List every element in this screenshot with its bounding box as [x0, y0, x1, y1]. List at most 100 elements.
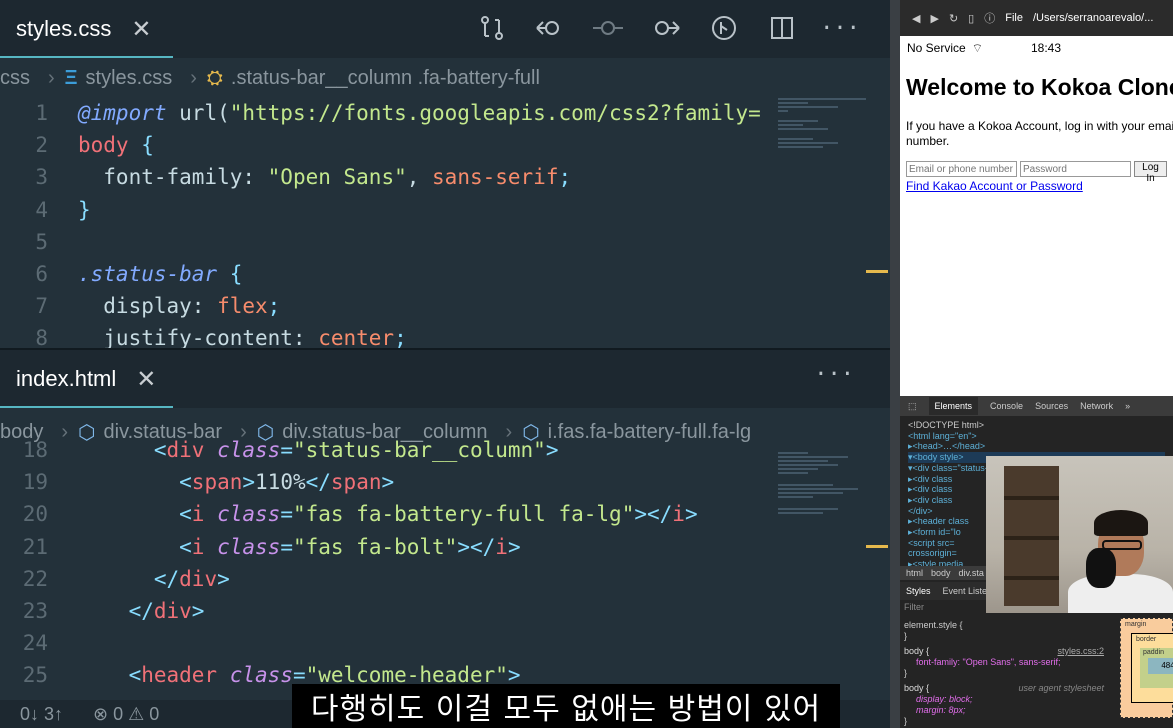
password-field[interactable]	[1020, 161, 1131, 177]
breadcrumb-item[interactable]: styles.css	[86, 67, 173, 90]
dom-node[interactable]: <!DOCTYPE html>	[908, 420, 1165, 431]
rule-source: user agent stylesheet	[1018, 683, 1104, 693]
code-token: class	[204, 534, 281, 559]
code-token: {	[217, 261, 243, 286]
sync-status[interactable]: 0↓ 3↑	[20, 704, 63, 725]
code-line[interactable]: 24	[0, 627, 780, 659]
line-text: .status-bar {	[48, 258, 242, 290]
code-line[interactable]: 20 <i class="fas fa-battery-full fa-lg">…	[0, 498, 780, 530]
more-actions-icon[interactable]: ···	[814, 362, 854, 387]
code-line[interactable]: 4}	[0, 194, 780, 226]
html-minimap[interactable]	[778, 450, 868, 516]
line-number: 4	[35, 197, 48, 222]
line-number: 5	[35, 229, 48, 254]
tab-styles-css[interactable]: styles.css ✕	[0, 0, 151, 58]
code-token: ;	[558, 165, 572, 190]
split-editor-icon[interactable]	[762, 10, 802, 46]
devtools-tabs: ⬚ Elements Console Sources Network »	[900, 396, 1173, 416]
code-token: >	[684, 502, 698, 527]
editor-actions: ···	[472, 10, 860, 46]
forward-icon[interactable]: ▶	[930, 12, 938, 25]
more-actions-icon[interactable]: ···	[820, 10, 860, 46]
code-line[interactable]: 1 @import url("https://fonts.googleapis.c…	[0, 97, 780, 129]
breadcrumb-item[interactable]: css	[0, 67, 30, 90]
wifi-icon: ⌔	[971, 40, 983, 55]
crumb-item[interactable]: body	[931, 568, 951, 578]
git-graph-icon[interactable]	[704, 10, 744, 46]
tab-styles[interactable]: Styles	[906, 586, 931, 596]
styles-filter[interactable]: Filter	[904, 602, 924, 612]
find-account-link[interactable]: Find Kakao Account or Password	[900, 177, 1173, 195]
time-text: 18:43	[1030, 41, 1061, 55]
code-line[interactable]: 19 <span>110%</span>	[0, 466, 780, 498]
code-line[interactable]: 3 font-family: "Open Sans", sans-serif;	[0, 161, 780, 193]
presenter-hair	[1094, 510, 1148, 536]
code-line[interactable]: 5	[0, 226, 780, 258]
code-token: {	[128, 133, 154, 158]
more-tabs-icon[interactable]: »	[1125, 401, 1130, 411]
style-rules: element.style { } body {styles.css:2 fon…	[904, 620, 1104, 726]
inspect-icon[interactable]: ⬚	[908, 401, 917, 412]
scroll-marker	[866, 545, 888, 548]
selector-icon: ⛭	[206, 66, 223, 89]
line-text: <span>110%</span>	[48, 466, 394, 498]
previous-change-icon[interactable]	[530, 10, 570, 46]
code-line[interactable]: 22 </div>	[0, 563, 780, 595]
tab-index-html[interactable]: index.html ✕	[0, 350, 156, 408]
code-token: =	[280, 534, 293, 559]
scroll-marker	[866, 270, 888, 273]
back-icon[interactable]: ◀	[912, 12, 920, 25]
tab-sources[interactable]: Sources	[1035, 401, 1068, 411]
file-label: File	[1005, 12, 1023, 24]
next-change-icon[interactable]	[646, 10, 686, 46]
dom-node[interactable]: <html lang="en">	[908, 431, 1165, 442]
tab-network[interactable]: Network	[1080, 401, 1113, 411]
code-token: font-family:	[78, 165, 268, 190]
code-token: ;	[394, 326, 407, 351]
code-line[interactable]: 7 display: flex;	[0, 290, 780, 322]
css-minimap[interactable]	[778, 96, 868, 150]
rule-selector: body {	[904, 646, 930, 656]
crumb-item[interactable]: html	[906, 568, 923, 578]
breadcrumb-item[interactable]: .status-bar__column .fa-battery-full	[231, 67, 540, 90]
rule-selector: body {	[904, 683, 930, 693]
code-line[interactable]: 21 <i class="fas fa-bolt"></i>	[0, 531, 780, 563]
crumb-item[interactable]: div.sta	[959, 568, 984, 578]
code-token: "Open Sans"	[267, 165, 407, 190]
code-token: <	[78, 470, 192, 495]
code-line[interactable]: 18 <div class="status-bar__column">	[0, 434, 780, 466]
close-icon[interactable]: ✕	[131, 15, 151, 44]
css-code-area[interactable]: 1 @import url("https://fonts.googleapis.c…	[0, 97, 780, 355]
address-bar: ◀ ▶ ↻ ▯ ⓘ File /Users/serranoarevalo/...	[900, 0, 1173, 36]
bookmark-icon[interactable]: ▯	[968, 12, 974, 25]
css-file-icon: Ξ	[64, 66, 78, 89]
line-text: body {	[48, 129, 154, 161]
code-token: </	[305, 470, 331, 495]
commit-icon[interactable]	[588, 10, 628, 46]
reload-icon[interactable]: ↻	[949, 12, 958, 25]
code-line[interactable]: 23 </div>	[0, 595, 780, 627]
code-line[interactable]: 2 body {	[0, 129, 780, 161]
code-token: "fas fa-bolt"	[292, 534, 458, 559]
active-tab-indicator	[0, 56, 173, 58]
close-icon[interactable]: ✕	[136, 365, 156, 394]
problems-status[interactable]: ⊗ 0 ⚠ 0	[93, 704, 159, 725]
email-field[interactable]	[906, 161, 1017, 177]
code-token: <	[78, 438, 167, 462]
rule-property[interactable]: font-family: "Open Sans", sans-serif;	[904, 657, 1104, 668]
code-line[interactable]: 6 .status-bar {	[0, 258, 780, 290]
code-token: class	[204, 502, 281, 527]
rule-source-link[interactable]: styles.css:2	[1057, 646, 1104, 657]
login-button[interactable]: Log In	[1134, 161, 1167, 184]
page-title: Welcome to Kokoa Clone	[906, 74, 1173, 100]
dom-node[interactable]: ▸<head>…</head>	[908, 441, 1165, 452]
tab-console[interactable]: Console	[990, 401, 1023, 411]
url-text[interactable]: /Users/serranoarevalo/...	[1033, 12, 1153, 24]
html-code-area[interactable]: 18 <div class="status-bar__column"> 19 <s…	[0, 434, 780, 692]
code-token: display:	[78, 294, 218, 319]
video-subtitle: 다행히도 이걸 모두 없애는 방법이 있어	[292, 684, 840, 728]
tab-elements[interactable]: Elements	[928, 397, 979, 415]
compare-changes-icon[interactable]	[472, 10, 512, 46]
css-breadcrumb: css › Ξ styles.css › ⛭ .status-bar__column…	[0, 66, 540, 90]
line-number: 1	[35, 101, 48, 125]
